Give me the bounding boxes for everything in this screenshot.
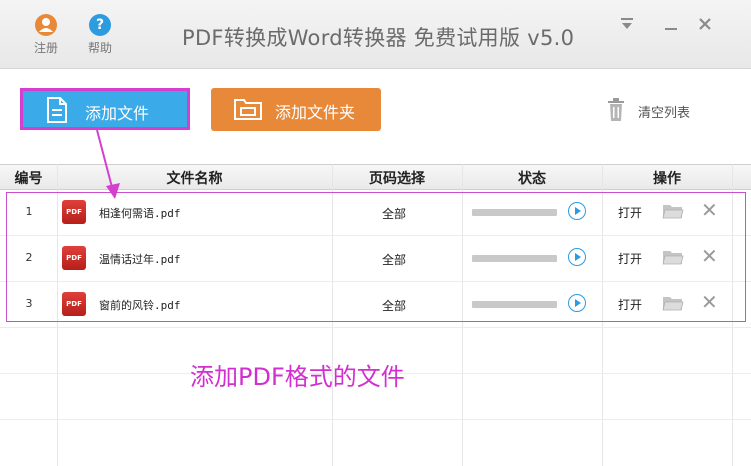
register-label: 注册 xyxy=(33,41,58,55)
folder-icon xyxy=(233,93,263,127)
add-folder-label: 添加文件夹 xyxy=(275,103,356,122)
help-button[interactable]: ? 帮助 xyxy=(80,14,120,56)
col-header-pages: 页码选择 xyxy=(369,171,425,187)
minimize-icon[interactable] xyxy=(663,16,679,36)
title-bar: 注册 ? 帮助 PDF转换成Word转换器 免费试用版 v5.0 xyxy=(0,0,751,69)
register-button[interactable]: 注册 xyxy=(26,14,66,56)
document-icon xyxy=(45,96,69,128)
col-header-status: 状态 xyxy=(518,171,546,187)
help-label: 帮助 xyxy=(87,41,112,55)
window-title: PDF转换成Word转换器 免费试用版 v5.0 xyxy=(182,26,575,50)
add-file-label: 添加文件 xyxy=(85,104,150,123)
col-header-filename: 文件名称 xyxy=(166,171,223,187)
trash-icon xyxy=(606,98,626,126)
user-icon xyxy=(35,14,57,36)
add-file-button[interactable]: 添加文件 xyxy=(20,88,190,130)
table-header: 编号 文件名称 页码选择 状态 操作 xyxy=(0,164,751,190)
close-window-icon[interactable] xyxy=(697,16,713,36)
toolbar: 添加文件 添加文件夹 清空列表 xyxy=(0,69,751,161)
highlight-rows-box xyxy=(6,192,746,322)
question-icon: ? xyxy=(89,14,111,36)
col-header-number: 编号 xyxy=(14,171,43,187)
add-folder-button[interactable]: 添加文件夹 xyxy=(211,88,381,131)
col-header-actions: 操作 xyxy=(653,171,681,187)
menu-dropdown-icon[interactable] xyxy=(619,16,635,36)
file-table: 编号 文件名称 页码选择 状态 操作 1 PDF 相逢何需语.pdf 全部 打开… xyxy=(0,164,751,466)
clear-list-label: 清空列表 xyxy=(638,106,691,121)
annotation-hint: 添加PDF格式的文件 xyxy=(190,363,405,391)
